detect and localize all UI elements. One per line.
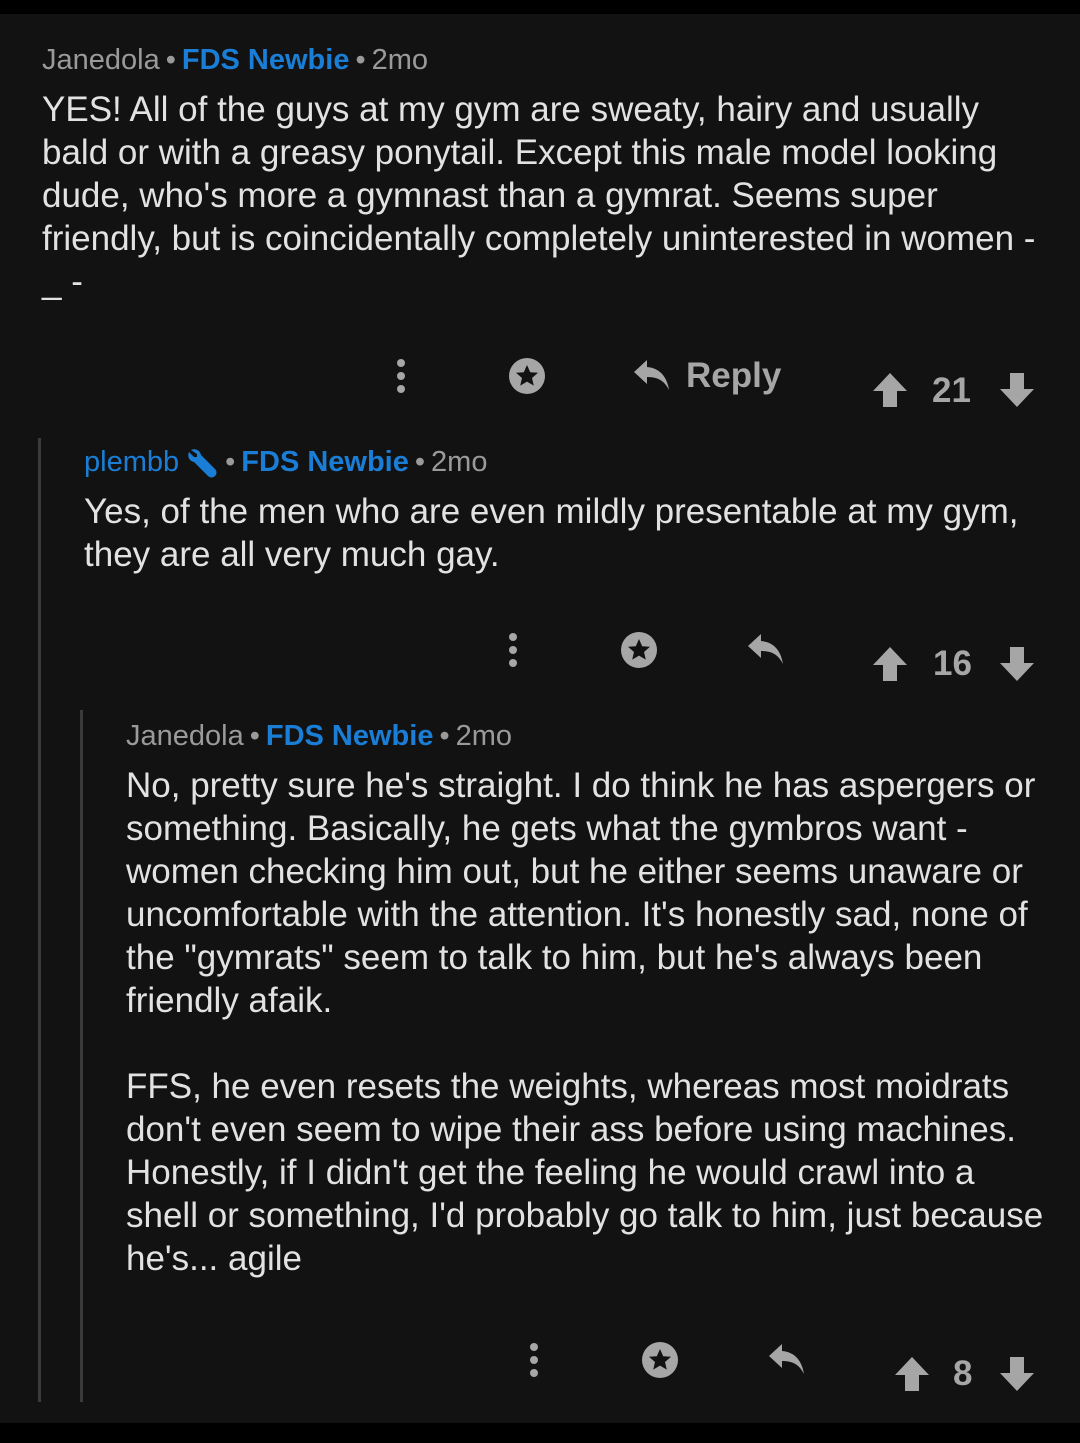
downvote-icon: [1000, 647, 1034, 681]
comment-paragraph: Yes, of the men who are even mildly pres…: [84, 492, 1019, 574]
more-vertical-icon: [509, 633, 517, 667]
reply-label: Reply: [686, 356, 782, 395]
vote-score: 8: [953, 1354, 973, 1393]
upvote-icon: [873, 647, 907, 681]
more-options-button[interactable]: [497, 628, 529, 672]
separator-dot: •: [225, 446, 236, 478]
comment-paragraph: YES! All of the guys at my gym are sweat…: [42, 90, 1036, 301]
comment-age: 2mo: [455, 720, 513, 752]
upvote-button[interactable]: [870, 644, 910, 684]
award-icon: [621, 632, 657, 668]
user-flair: FDS Newbie: [241, 446, 409, 478]
vote-score: 16: [933, 644, 972, 683]
comment-paragraph: FFS, he even resets the weights, whereas…: [126, 1067, 1044, 1278]
award-icon: [642, 1342, 678, 1378]
more-options-button[interactable]: [385, 354, 417, 398]
downvote-icon: [1000, 373, 1034, 407]
comment-1: Janedola • FDS Newbie • 2mo YES! All of the …: [42, 40, 1054, 303]
more-vertical-icon: [530, 1343, 538, 1377]
comment-age: 2mo: [431, 446, 488, 478]
comment-body: YES! All of the guys at my gym are sweat…: [42, 88, 1054, 303]
upvote-icon: [873, 373, 907, 407]
vote-score: 21: [932, 371, 971, 410]
username[interactable]: plembb: [84, 446, 179, 478]
comment-meta: Janedola • FDS Newbie • 2mo: [42, 40, 1054, 80]
upvote-button[interactable]: [892, 1354, 932, 1394]
thread-line-level-2[interactable]: [80, 710, 83, 1402]
award-button[interactable]: [505, 354, 549, 398]
comment-meta: Janedola • FDS Newbie • 2mo: [126, 716, 1056, 756]
separator-dot: •: [355, 44, 366, 76]
user-flair: FDS Newbie: [181, 44, 350, 76]
comment-meta: plembb • FDS Newbie • 2mo: [84, 442, 1034, 482]
username[interactable]: Janedola: [42, 44, 160, 76]
downvote-button[interactable]: [997, 1354, 1037, 1394]
reply-icon: [748, 634, 783, 664]
award-button[interactable]: [638, 1338, 682, 1382]
downvote-icon: [1000, 1357, 1034, 1391]
more-options-button[interactable]: [518, 1338, 550, 1382]
upvote-icon: [895, 1357, 929, 1391]
user-flair: FDS Newbie: [265, 720, 434, 752]
reply-icon: [634, 360, 669, 390]
thread-line-level-1[interactable]: [38, 438, 41, 1402]
comment-paragraph: No, pretty sure he's straight. I do thin…: [126, 766, 1036, 1020]
comment-body: No, pretty sure he's straight. I do thin…: [126, 764, 1056, 1280]
comment-3: Janedola • FDS Newbie • 2mo No, pretty sure …: [126, 716, 1056, 1280]
wrench-icon: [188, 449, 217, 478]
reply-icon: [769, 1344, 804, 1374]
reply-button[interactable]: [765, 1338, 809, 1382]
downvote-button[interactable]: [997, 370, 1037, 410]
separator-dot: •: [414, 446, 426, 478]
separator-dot: •: [439, 720, 450, 752]
more-vertical-icon: [397, 359, 405, 393]
award-icon: [509, 358, 545, 394]
username[interactable]: Janedola: [126, 720, 244, 752]
separator-dot: •: [165, 44, 176, 76]
comment-2: plembb • FDS Newbie • 2mo Yes, of the men wh…: [84, 442, 1034, 576]
downvote-button[interactable]: [997, 644, 1037, 684]
comment-body: Yes, of the men who are even mildly pres…: [84, 490, 1034, 576]
reply-button[interactable]: Reply: [632, 354, 802, 398]
comment-thread: Janedola • FDS Newbie • 2mo YES! All of the …: [0, 14, 1080, 1423]
upvote-button[interactable]: [870, 370, 910, 410]
comment-age: 2mo: [371, 44, 429, 76]
separator-dot: •: [249, 720, 260, 752]
award-button[interactable]: [617, 628, 661, 672]
reply-button[interactable]: [744, 628, 788, 672]
